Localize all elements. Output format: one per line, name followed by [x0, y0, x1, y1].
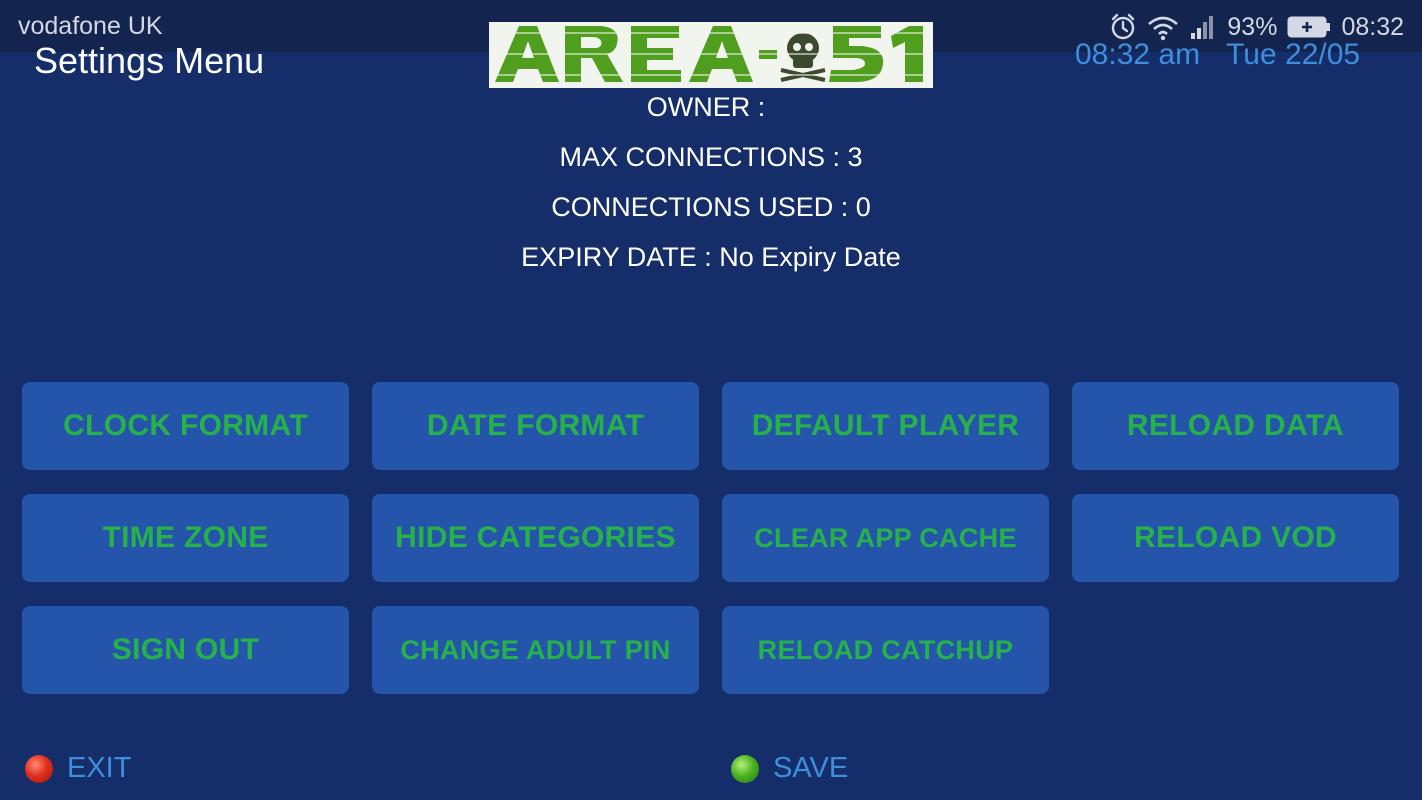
wifi-icon: [1147, 13, 1179, 41]
red-dot-icon: [25, 754, 53, 783]
clear-app-cache-button[interactable]: CLEAR APP CACHE: [722, 494, 1049, 582]
alarm-icon: [1109, 13, 1137, 41]
area51-logo: [489, 22, 933, 88]
clock-time: 08:32 am: [1075, 38, 1201, 71]
header-clock: 08:32 am Tue 22/05: [1075, 38, 1360, 72]
hide-categories-button[interactable]: HIDE CATEGORIES: [372, 494, 699, 582]
exit-label: EXIT: [67, 752, 132, 784]
default-player-button[interactable]: DEFAULT PLAYER: [722, 382, 1049, 470]
max-connections: MAX CONNECTIONS : 3: [559, 142, 863, 172]
page-title: Settings Menu: [34, 40, 265, 81]
clock-date: Tue 22/05: [1226, 38, 1361, 71]
owner-row: OWNER :: [0, 92, 1422, 123]
connections-used: CONNECTIONS USED : 0: [551, 192, 871, 222]
expiry-date: EXPIRY DATE : No Expiry Date: [521, 242, 901, 272]
battery-icon: [1287, 15, 1331, 39]
reload-catchup-button[interactable]: RELOAD CATCHUP: [722, 606, 1049, 694]
clock-format-button[interactable]: CLOCK FORMAT: [22, 382, 349, 470]
change-adult-pin-button[interactable]: CHANGE ADULT PIN: [372, 606, 699, 694]
time-zone-button[interactable]: TIME ZONE: [22, 494, 349, 582]
reload-data-button[interactable]: RELOAD DATA: [1072, 382, 1399, 470]
carrier-name: vodafone UK: [18, 12, 163, 40]
reload-vod-button[interactable]: RELOAD VOD: [1072, 494, 1399, 582]
owner-label: OWNER :: [646, 92, 766, 122]
exit-button[interactable]: EXIT: [25, 752, 131, 785]
date-format-button[interactable]: DATE FORMAT: [372, 382, 699, 470]
green-dot-icon: [731, 754, 759, 783]
save-button[interactable]: SAVE: [731, 752, 848, 785]
sign-out-button[interactable]: SIGN OUT: [22, 606, 349, 694]
signal-icon: [1189, 13, 1217, 41]
save-label: SAVE: [773, 752, 849, 784]
